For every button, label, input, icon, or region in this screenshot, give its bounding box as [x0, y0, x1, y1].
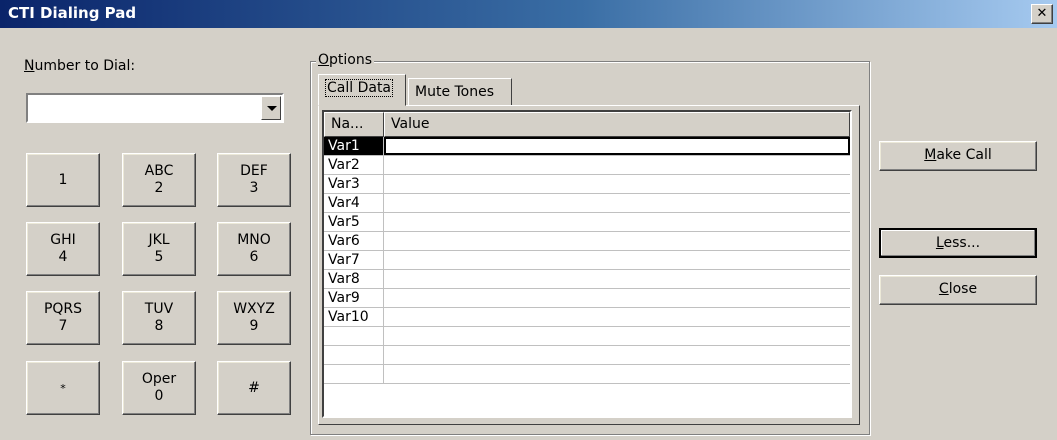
key-letters: PQRS	[43, 301, 83, 317]
keypad-key-4[interactable]: GHI 4	[26, 222, 100, 276]
key-letters: ABC	[144, 163, 174, 179]
cell-value[interactable]	[384, 251, 850, 269]
cell-value[interactable]	[384, 213, 850, 231]
keypad-key-9[interactable]: WXYZ 9	[217, 291, 291, 345]
key-digit: #	[248, 379, 260, 396]
cell-value[interactable]	[384, 194, 850, 212]
cell-value[interactable]	[384, 365, 850, 383]
keypad-key-2[interactable]: ABC 2	[122, 153, 196, 207]
table-row[interactable]: Var3	[324, 175, 850, 194]
keypad-key-hash[interactable]: #	[217, 361, 291, 415]
keypad-key-8[interactable]: TUV 8	[122, 291, 196, 345]
grid-rows: Var1 Var2 Var3 Var4 Var5 Var6 Var7 Var8 Var9 Var1…	[324, 137, 850, 384]
cell-name[interactable]: Var1	[324, 137, 384, 155]
column-header-name[interactable]: Na...	[324, 112, 384, 137]
cell-value[interactable]	[384, 175, 850, 193]
cell-value[interactable]	[384, 346, 850, 364]
cell-value[interactable]	[384, 270, 850, 288]
table-row[interactable]	[324, 365, 850, 384]
key-digit: 1	[58, 171, 68, 188]
cell-name[interactable]: Var10	[324, 308, 384, 326]
table-row[interactable]: Var4	[324, 194, 850, 213]
key-digit: 5	[154, 249, 164, 265]
key-digit: 3	[249, 180, 259, 196]
cell-name[interactable]	[324, 346, 384, 364]
keypad-key-3[interactable]: DEF 3	[217, 153, 291, 207]
cell-value[interactable]	[384, 232, 850, 250]
table-row[interactable]: Var8	[324, 270, 850, 289]
cell-name[interactable]: Var9	[324, 289, 384, 307]
cell-name[interactable]: Var7	[324, 251, 384, 269]
table-row[interactable]	[324, 346, 850, 365]
keypad-key-7[interactable]: PQRS 7	[26, 291, 100, 345]
window-title: CTI Dialing Pad	[8, 4, 137, 22]
close-icon: ✕	[1036, 6, 1048, 21]
table-row[interactable]: Var1	[324, 137, 850, 156]
key-letters: WXYZ	[233, 301, 275, 317]
cell-value[interactable]	[384, 327, 850, 345]
cell-value[interactable]	[384, 308, 850, 326]
table-row[interactable]: Var10	[324, 308, 850, 327]
cell-value[interactable]	[384, 156, 850, 174]
key-letters: GHI	[50, 232, 76, 248]
cell-name[interactable]: Var4	[324, 194, 384, 212]
key-letters: Oper	[141, 371, 177, 387]
cell-name[interactable]: Var6	[324, 232, 384, 250]
table-row[interactable]: Var9	[324, 289, 850, 308]
key-digit: 2	[154, 180, 164, 196]
cell-name[interactable]: Var5	[324, 213, 384, 231]
key-digit: 6	[249, 249, 259, 265]
key-letters: MNO	[237, 232, 271, 248]
key-digit: 9	[249, 318, 259, 334]
call-data-grid[interactable]: Na... Value Var1 Var2 Var3 Var4 Var5 Var6 Var7…	[322, 110, 852, 418]
cell-name[interactable]	[324, 327, 384, 345]
key-letters: DEF	[240, 163, 268, 179]
number-to-dial-combobox[interactable]	[26, 93, 284, 123]
key-digit: 7	[58, 318, 68, 334]
keypad-key-0[interactable]: Oper 0	[122, 361, 196, 415]
cell-value[interactable]	[384, 289, 850, 307]
keypad-key-6[interactable]: MNO 6	[217, 222, 291, 276]
number-to-dial-label: Number to Dial:	[24, 58, 136, 74]
key-digit: 8	[154, 318, 164, 334]
cell-name[interactable]: Var3	[324, 175, 384, 193]
cell-name[interactable]: Var2	[324, 156, 384, 174]
close-window-button[interactable]: ✕	[1031, 4, 1053, 24]
key-letters: TUV	[144, 301, 174, 317]
tab-mute-tones[interactable]: Mute Tones	[408, 78, 512, 106]
keypad-key-star[interactable]: *	[26, 361, 100, 415]
key-letters: JKL	[148, 232, 170, 248]
table-row[interactable]	[324, 327, 850, 346]
column-header-value[interactable]: Value	[384, 112, 850, 137]
close-button[interactable]: Close	[879, 275, 1037, 305]
table-row[interactable]: Var6	[324, 232, 850, 251]
keypad-key-5[interactable]: JKL 5	[122, 222, 196, 276]
dialog-window: CTI Dialing Pad ✕ Number to Dial: 1 ABC 2 D…	[0, 0, 1057, 440]
key-digit: 4	[58, 249, 68, 265]
table-row[interactable]: Var2	[324, 156, 850, 175]
cell-value[interactable]	[384, 137, 850, 155]
make-call-button[interactable]: Make Call	[879, 141, 1037, 171]
keypad-key-1[interactable]: 1	[26, 153, 100, 207]
options-legend: Options	[316, 52, 375, 68]
cell-name[interactable]: Var8	[324, 270, 384, 288]
title-bar[interactable]: CTI Dialing Pad ✕	[0, 0, 1057, 28]
tab-call-data[interactable]: Call Data	[318, 74, 406, 106]
key-digit: *	[60, 381, 66, 395]
less-button[interactable]: Less...	[879, 228, 1037, 258]
key-digit: 0	[154, 388, 164, 404]
chevron-down-icon[interactable]	[261, 96, 281, 120]
table-row[interactable]: Var5	[324, 213, 850, 232]
cell-name[interactable]	[324, 365, 384, 383]
table-row[interactable]: Var7	[324, 251, 850, 270]
